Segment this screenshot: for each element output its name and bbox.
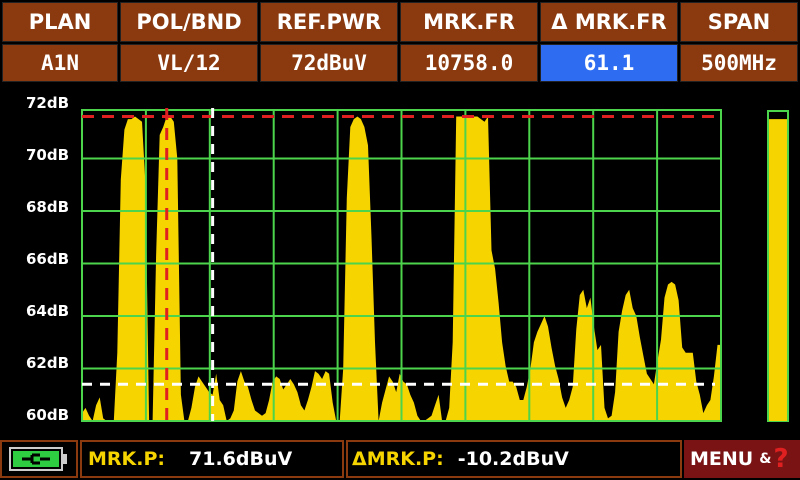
level-bar	[767, 110, 789, 422]
battery-panel	[0, 440, 78, 478]
help-icon: ?	[773, 444, 789, 474]
mrk-p-readout: MRK.P: 71.6dBuV	[80, 440, 344, 478]
delta-mrk-p-value: -10.2dBuV	[457, 448, 569, 470]
delta-mrk-p-label: ΔMRK.P:	[352, 448, 444, 470]
menu-button[interactable]: MENU & ?	[684, 440, 800, 478]
spectrum-plot[interactable]	[0, 0, 800, 440]
menu-amp: &	[759, 451, 772, 467]
battery-charging-icon	[9, 447, 67, 471]
delta-mrk-p-readout: ΔMRK.P: -10.2dBuV	[346, 440, 682, 478]
menu-label: MENU	[690, 448, 754, 470]
mrk-p-label: MRK.P:	[88, 448, 166, 470]
level-bar-fill	[769, 119, 787, 421]
mrk-p-value: 71.6dBuV	[189, 448, 293, 470]
